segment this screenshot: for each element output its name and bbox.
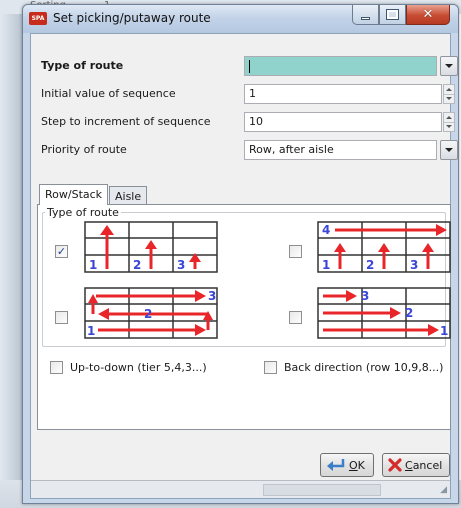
minimize-button[interactable] — [352, 5, 379, 25]
app-icon: SPA — [29, 12, 47, 25]
checkmark-icon: ✓ — [56, 245, 67, 258]
route-diagram-4: 3 2 1 — [317, 287, 451, 339]
step-increment-spinner[interactable] — [443, 112, 455, 132]
up-to-down-checkbox[interactable] — [50, 361, 63, 374]
maximize-icon — [386, 9, 399, 20]
initial-value-spinner[interactable] — [443, 84, 455, 104]
minimize-icon — [361, 16, 370, 20]
cancel-x-icon — [388, 458, 402, 472]
initial-value-input[interactable]: 1 — [244, 84, 442, 104]
resize-grip-icon[interactable]: ◢ — [440, 485, 447, 495]
spin-down-icon[interactable] — [444, 95, 454, 104]
chevron-down-icon — [445, 148, 453, 152]
tab-row-stack[interactable]: Row/Stack — [39, 184, 109, 205]
step-increment-label: Step to increment of sequence — [41, 115, 211, 128]
type-of-route-dropdown-button[interactable] — [440, 56, 458, 76]
close-button[interactable]: ✕ — [406, 5, 450, 25]
route-number: 2 — [144, 307, 152, 321]
route-diagram-1: 1 2 3 — [84, 221, 218, 273]
route-number: 3 — [177, 258, 185, 272]
window-title: Set picking/putaway route — [53, 11, 211, 25]
route-number: 3 — [208, 289, 216, 303]
ok-button[interactable]: OK — [320, 453, 374, 477]
group-title: Type of route — [45, 206, 121, 219]
up-to-down-label: Up-to-down (tier 5,4,3...) — [70, 361, 207, 374]
enter-arrow-icon — [327, 459, 345, 471]
close-icon: ✕ — [422, 7, 434, 22]
priority-dropdown-button[interactable] — [440, 140, 458, 160]
route-number: 2 — [405, 306, 413, 320]
tab-aisle[interactable]: Aisle — [109, 186, 148, 204]
route-diagram-2: 4 1 2 3 — [317, 221, 451, 273]
route-option-4-checkbox[interactable] — [289, 311, 302, 324]
cancel-mnemonic: C — [405, 458, 413, 472]
route-number: 1 — [440, 324, 448, 338]
route-number: 3 — [410, 258, 418, 272]
priority-label: Priority of route — [41, 143, 127, 156]
route-option-2-checkbox[interactable] — [289, 245, 302, 258]
back-direction-label: Back direction (row 10,9,8...) — [284, 361, 444, 374]
route-option-1-checkbox[interactable]: ✓ — [55, 245, 68, 258]
spin-up-icon[interactable] — [444, 113, 454, 123]
dialog-window: SPA Set picking/putaway route ✕ Type of … — [22, 4, 459, 504]
back-direction-checkbox[interactable] — [264, 361, 277, 374]
route-number: 2 — [366, 258, 374, 272]
spin-up-icon[interactable] — [444, 85, 454, 95]
ok-mnemonic: O — [349, 458, 358, 472]
cancel-label: ancel — [412, 458, 443, 472]
dialog-client-area: Type of route Initial value of sequence … — [30, 33, 458, 499]
type-of-route-label: Type of route — [41, 59, 124, 72]
background-app-left — [0, 14, 22, 508]
step-increment-input[interactable]: 10 — [244, 112, 442, 132]
tab-panel-row-stack: Type of route ✓ 1 2 3 4 1 2 3 3 2 1 3 2 … — [37, 204, 451, 430]
ok-label: K — [357, 458, 365, 472]
status-bar: ◢ — [31, 480, 450, 498]
route-number: 1 — [322, 258, 330, 272]
caption-buttons: ✕ — [352, 5, 450, 25]
spin-down-icon[interactable] — [444, 123, 454, 132]
type-of-route-group: Type of route ✓ 1 2 3 4 1 2 3 3 2 1 3 2 … — [42, 206, 451, 347]
type-of-route-field[interactable] — [244, 56, 437, 76]
priority-select[interactable]: Row, after aisle — [244, 140, 437, 160]
status-segment — [263, 484, 381, 496]
chevron-down-icon — [445, 64, 453, 68]
route-diagram-3: 3 2 1 — [84, 287, 218, 339]
route-number: 2 — [133, 258, 141, 272]
route-number: 3 — [361, 289, 369, 303]
route-option-3-checkbox[interactable] — [55, 311, 68, 324]
route-number: 1 — [89, 258, 97, 272]
maximize-button[interactable] — [379, 5, 406, 25]
text-cursor — [249, 59, 250, 73]
title-bar[interactable]: SPA Set picking/putaway route ✕ — [23, 5, 458, 33]
route-number: 4 — [322, 223, 330, 237]
cancel-button[interactable]: Cancel — [382, 453, 450, 477]
route-number: 1 — [87, 324, 95, 338]
initial-value-label: Initial value of sequence — [41, 87, 176, 100]
